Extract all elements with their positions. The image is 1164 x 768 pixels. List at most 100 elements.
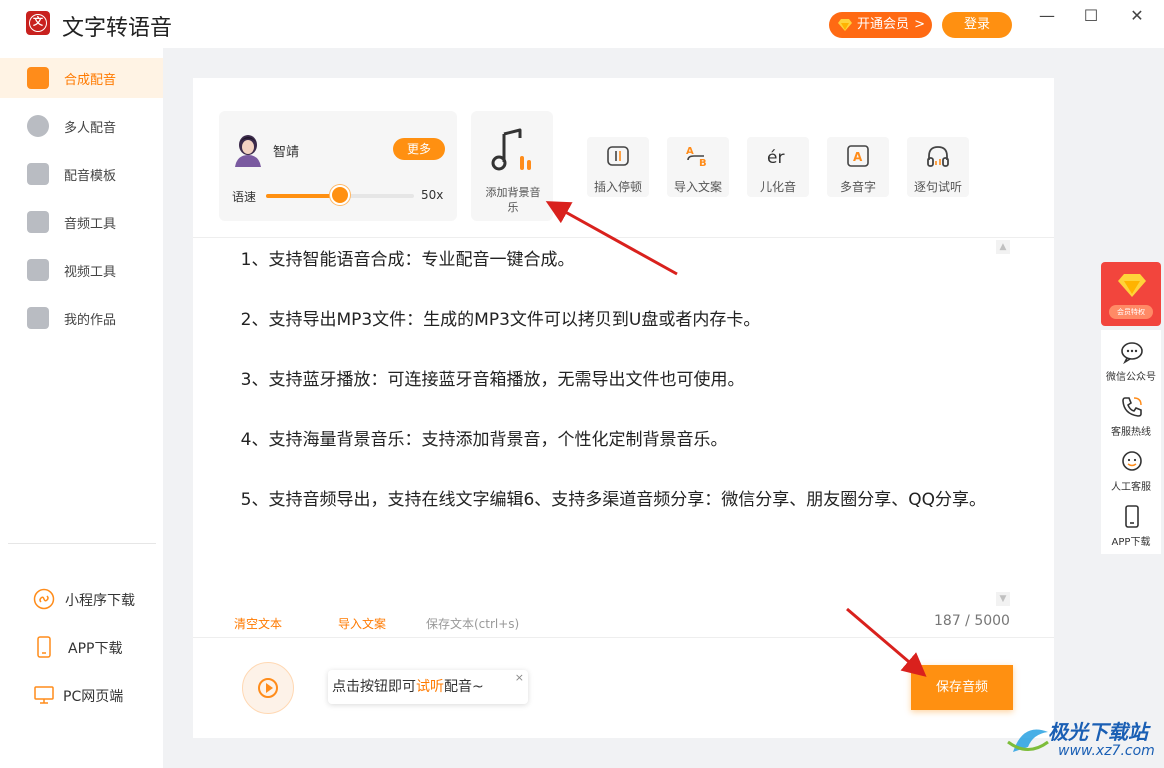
pc-web-link[interactable]: PC网页端 bbox=[0, 679, 163, 709]
more-voices-button[interactable]: 更多 bbox=[393, 138, 445, 160]
vip-tag: 会员特权 bbox=[1109, 305, 1153, 319]
speed-label: 语速 bbox=[232, 190, 257, 204]
mobile-icon bbox=[1125, 505, 1139, 528]
right-bar-label: 客服热线 bbox=[1111, 427, 1151, 438]
sidebar-item-label: 视频工具 bbox=[64, 265, 117, 280]
import-text-link[interactable]: 导入文案 bbox=[338, 615, 386, 632]
app-logo-icon: 文 bbox=[26, 11, 50, 35]
play-icon bbox=[258, 678, 278, 698]
scroll-down-arrow-icon[interactable]: ▼ bbox=[996, 592, 1010, 606]
sidebar-item-my-works[interactable]: 我的作品 bbox=[0, 298, 163, 338]
hint-highlight: 试听 bbox=[416, 679, 444, 695]
hint-prefix: 点击按钮即可 bbox=[332, 679, 416, 695]
svg-text:ér: ér bbox=[767, 148, 784, 168]
vip-privilege-button[interactable]: 会员特权 bbox=[1101, 262, 1161, 326]
sidebar-item-label: 多人配音 bbox=[64, 121, 117, 136]
footer-label: APP下载 bbox=[68, 641, 123, 657]
save-audio-button[interactable]: 保存音频 bbox=[911, 665, 1013, 710]
watermark-title: 极光下载站 bbox=[1048, 720, 1148, 744]
sentence-preview-button[interactable]: 逐句试听 bbox=[907, 137, 969, 197]
headphones-icon bbox=[927, 146, 949, 167]
sidebar-item-label: 我的作品 bbox=[64, 313, 117, 328]
voice-name: 智靖 bbox=[273, 145, 300, 160]
phone-icon bbox=[37, 636, 51, 658]
paragraph: 2、支持导出MP3文件：生成的MP3文件可以拷贝到U盘或者内存卡。 bbox=[219, 310, 761, 330]
insert-pause-button[interactable]: 插入停顿 bbox=[587, 137, 649, 197]
music-file-icon bbox=[27, 211, 49, 233]
tool-label: 导入文案 bbox=[673, 180, 722, 194]
svg-text:A: A bbox=[853, 150, 863, 164]
diamond-icon bbox=[1118, 274, 1146, 297]
footer-label: 小程序下载 bbox=[65, 593, 135, 609]
tool-label: 插入停顿 bbox=[593, 180, 642, 194]
right-bar-label: 微信公众号 bbox=[1106, 372, 1156, 383]
polyphone-icon: A bbox=[847, 145, 869, 167]
watermark-url: www.xz7.com bbox=[1058, 743, 1155, 759]
mini-program-icon bbox=[33, 588, 55, 610]
folder-icon bbox=[27, 307, 49, 329]
music-note-icon bbox=[491, 128, 531, 171]
customer-service-button[interactable]: 人工客服 bbox=[1101, 450, 1161, 502]
import-text-icon: AB bbox=[686, 146, 707, 168]
microphone-icon bbox=[27, 67, 49, 89]
template-icon bbox=[27, 163, 49, 185]
video-icon bbox=[27, 259, 49, 281]
add-bgm-label: 添加背景音乐 bbox=[485, 186, 541, 214]
right-bar-label: 人工客服 bbox=[1111, 482, 1151, 493]
sidebar-item-template[interactable]: 配音模板 bbox=[0, 154, 163, 194]
hotline-button[interactable]: 客服热线 bbox=[1101, 395, 1161, 447]
tool-label: 多音字 bbox=[839, 180, 876, 194]
wechat-official-button[interactable]: 微信公众号 bbox=[1101, 340, 1161, 392]
sidebar-item-multi[interactable]: 多人配音 bbox=[0, 106, 163, 146]
polyphone-button[interactable]: A 多音字 bbox=[827, 137, 889, 197]
maximize-button[interactable]: ☐ bbox=[1079, 4, 1103, 28]
monitor-icon bbox=[34, 686, 54, 704]
speed-slider-thumb[interactable] bbox=[330, 185, 350, 205]
player-divider bbox=[193, 637, 1054, 638]
hint-close-icon[interactable]: × bbox=[515, 661, 524, 695]
tool-label: 逐句试听 bbox=[913, 180, 962, 194]
speed-slider-fill bbox=[266, 194, 340, 198]
sidebar-item-label: 音频工具 bbox=[64, 217, 117, 232]
minimize-button[interactable]: — bbox=[1035, 4, 1059, 28]
service-icon bbox=[1122, 451, 1142, 471]
mini-program-download-link[interactable]: 小程序下载 bbox=[0, 583, 163, 613]
preview-hint-tooltip: 点击按钮即可试听配音~ × bbox=[328, 670, 528, 704]
editor-top-divider bbox=[193, 237, 1054, 238]
footer-label: PC网页端 bbox=[63, 689, 124, 705]
sidebar-item-video-tools[interactable]: 视频工具 bbox=[0, 250, 163, 290]
speed-value: 50x bbox=[421, 188, 444, 202]
sidebar-item-label: 合成配音 bbox=[64, 73, 117, 88]
app-download-link[interactable]: APP下载 bbox=[0, 631, 163, 661]
right-bar-label: APP下载 bbox=[1111, 537, 1151, 548]
tool-label: 儿化音 bbox=[759, 180, 796, 194]
wechat-icon bbox=[1121, 342, 1143, 364]
char-count: 187 / 5000 bbox=[934, 613, 1010, 629]
sidebar-divider bbox=[8, 543, 156, 544]
sidebar-item-label: 配音模板 bbox=[64, 169, 117, 184]
import-text-button[interactable]: AB 导入文案 bbox=[667, 137, 729, 197]
paragraph: 3、支持蓝牙播放：可连接蓝牙音箱播放，无需导出文件也可使用。 bbox=[219, 370, 745, 390]
text-editor[interactable]: 1、支持智能语音合成：专业配音一键合成。 2、支持导出MP3文件：生成的MP3文… bbox=[219, 245, 1009, 545]
login-button[interactable]: 登录 bbox=[942, 12, 1012, 38]
voice-avatar[interactable] bbox=[233, 133, 263, 167]
sidebar-item-synth[interactable]: 合成配音 bbox=[0, 58, 163, 98]
svg-text:B: B bbox=[699, 158, 707, 168]
close-button[interactable]: ✕ bbox=[1125, 4, 1149, 28]
app-title: 文字转语音 bbox=[62, 16, 173, 41]
scroll-up-arrow-icon[interactable]: ▲ bbox=[996, 240, 1010, 254]
play-button[interactable] bbox=[242, 662, 294, 714]
phone-call-icon bbox=[1122, 397, 1142, 417]
er-sound-button[interactable]: ér 儿化音 bbox=[747, 137, 809, 197]
pause-insert-icon bbox=[607, 146, 629, 166]
right-app-download-button[interactable]: APP下载 bbox=[1101, 505, 1161, 557]
er-sound-icon: ér bbox=[767, 148, 784, 168]
chevron-right-icon: > bbox=[914, 17, 925, 32]
save-text-link[interactable]: 保存文本(ctrl+s) bbox=[426, 615, 519, 632]
sidebar-item-audio-tools[interactable]: 音频工具 bbox=[0, 202, 163, 242]
diamond-icon bbox=[838, 19, 852, 31]
hint-suffix: 配音~ bbox=[444, 679, 484, 695]
vip-button[interactable]: 开通会员 > bbox=[829, 12, 932, 38]
clear-text-link[interactable]: 清空文本 bbox=[234, 615, 282, 632]
vip-label: 开通会员 bbox=[857, 17, 910, 32]
